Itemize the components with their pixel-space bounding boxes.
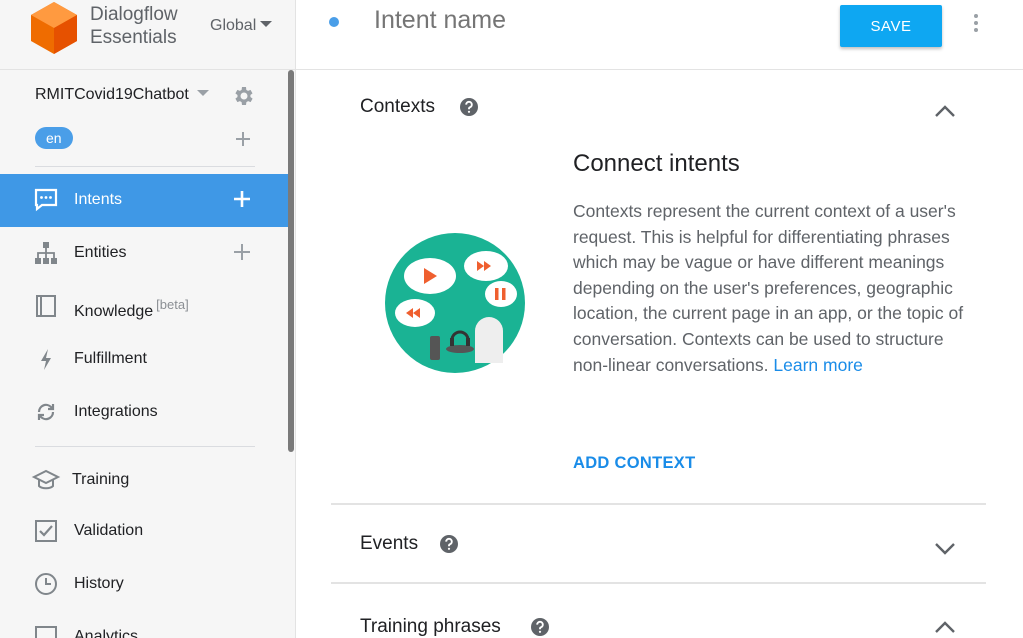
- region-selector[interactable]: Global: [210, 17, 273, 35]
- sidebar-item-label: Analytics: [74, 628, 139, 638]
- hierarchy-icon: [35, 242, 57, 264]
- help-icon[interactable]: [439, 534, 459, 554]
- section-divider: [331, 503, 986, 505]
- sidebar-item-training[interactable]: Training: [0, 454, 289, 507]
- sidebar-item-integrations[interactable]: Integrations: [0, 386, 289, 439]
- gear-icon[interactable]: [232, 84, 256, 108]
- sidebar-item-validation[interactable]: Validation: [0, 505, 289, 558]
- add-language-icon[interactable]: [234, 130, 252, 148]
- caret-down-icon: [196, 90, 209, 96]
- contexts-description: Contexts represent the current context o…: [573, 199, 973, 378]
- learn-more-link[interactable]: Learn more: [773, 355, 863, 375]
- chart-icon: [35, 626, 57, 638]
- product-name-line1: Dialogflow: [90, 4, 178, 25]
- beta-badge: [beta]: [156, 297, 189, 312]
- sidebar-item-label: Integrations: [74, 403, 158, 420]
- agent-name: RMITCovid19Chatbot: [35, 86, 189, 103]
- events-heading[interactable]: Events: [360, 533, 418, 555]
- agent-selector[interactable]: RMITCovid19Chatbot: [35, 86, 260, 108]
- sidebar-item-analytics[interactable]: Analytics: [0, 611, 289, 638]
- divider: [35, 166, 255, 167]
- sidebar-item-label: Fulfillment: [74, 350, 147, 367]
- sidebar-item-label: History: [74, 575, 124, 592]
- training-phrases-heading[interactable]: Training phrases: [360, 616, 501, 638]
- region-label: Global: [210, 17, 257, 34]
- priority-dot-icon[interactable]: [329, 17, 339, 27]
- help-icon[interactable]: [530, 617, 550, 637]
- chevron-up-icon[interactable]: [933, 100, 957, 124]
- chevron-down-icon[interactable]: [933, 536, 957, 560]
- connect-intents-title: Connect intents: [573, 150, 740, 177]
- book-icon: [36, 295, 56, 317]
- contexts-description-text: Contexts represent the current context o…: [573, 201, 964, 375]
- language-badge[interactable]: en: [35, 127, 73, 149]
- sidebar-item-label: Intents: [74, 191, 123, 208]
- sidebar: Dialogflow Essentials Global RMITCovid19…: [0, 0, 296, 638]
- add-intent-icon[interactable]: [232, 189, 252, 209]
- chevron-up-icon[interactable]: [933, 616, 957, 638]
- divider: [35, 446, 255, 447]
- product-name-line2: Essentials: [90, 27, 177, 48]
- sidebar-scrollbar[interactable]: [288, 70, 294, 452]
- chat-icon: [34, 188, 58, 212]
- section-divider: [331, 582, 986, 584]
- save-button[interactable]: SAVE: [840, 5, 942, 47]
- intent-name-input[interactable]: [374, 6, 774, 35]
- caret-down-icon: [260, 21, 273, 27]
- sidebar-item-knowledge[interactable]: Knowledge [beta]: [0, 280, 289, 333]
- checkbox-icon: [35, 520, 57, 542]
- sidebar-item-history[interactable]: History: [0, 558, 289, 611]
- graduation-cap-icon: [31, 469, 61, 490]
- add-entity-icon[interactable]: [232, 242, 252, 262]
- bolt-icon: [41, 349, 51, 370]
- language-row: en: [35, 127, 73, 149]
- add-context-button[interactable]: ADD CONTEXT: [573, 454, 695, 473]
- sidebar-item-label: Validation: [74, 522, 144, 539]
- sidebar-item-entities[interactable]: Entities: [0, 227, 289, 280]
- sidebar-item-fulfillment[interactable]: Fulfillment: [0, 333, 289, 386]
- help-icon[interactable]: [459, 97, 479, 117]
- clock-icon: [35, 573, 57, 595]
- sidebar-item-label: Knowledge [beta]: [74, 297, 189, 321]
- intent-header: SAVE: [296, 0, 1023, 70]
- sidebar-item-label: Training: [72, 471, 130, 488]
- sync-icon: [37, 403, 55, 421]
- product-name: Dialogflow Essentials: [90, 3, 178, 49]
- dialogflow-logo-icon[interactable]: [31, 2, 77, 54]
- connect-intents-illustration: [385, 233, 525, 373]
- sidebar-item-intents[interactable]: Intents: [0, 174, 289, 227]
- contexts-heading[interactable]: Contexts: [360, 96, 435, 118]
- more-vert-icon[interactable]: [971, 12, 981, 34]
- knowledge-label: Knowledge: [74, 303, 154, 320]
- sidebar-item-label: Entities: [74, 244, 127, 261]
- brand-header: Dialogflow Essentials Global: [0, 0, 296, 70]
